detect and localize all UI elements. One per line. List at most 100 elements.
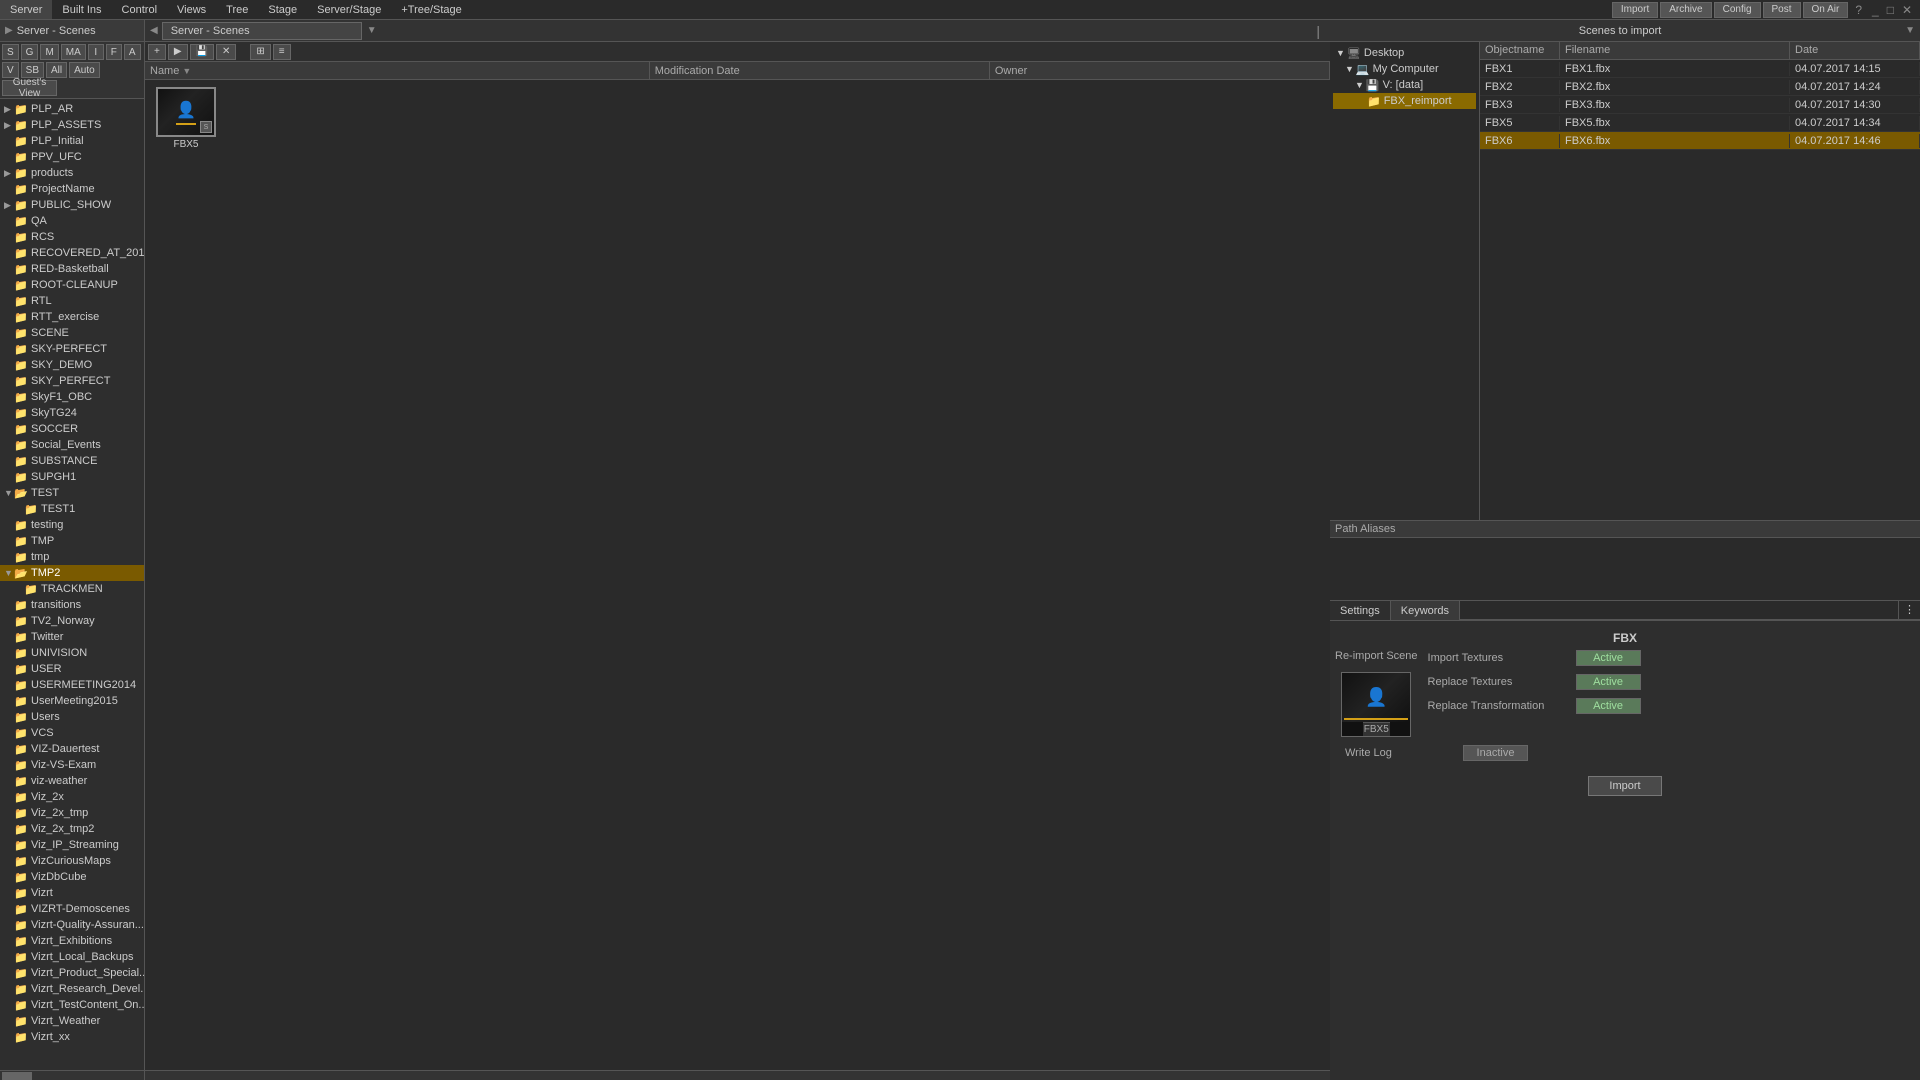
menu-tree[interactable]: Tree <box>216 0 258 19</box>
right-dropdown-icon[interactable]: ▼ <box>1905 25 1915 36</box>
tree-item-vizrt[interactable]: 📁 Vizrt <box>0 885 144 901</box>
toolbar-btn-view2[interactable]: ≡ <box>273 44 291 60</box>
tool-all[interactable]: All <box>46 62 67 78</box>
tree-item-projectname[interactable]: 📁 ProjectName <box>0 181 144 197</box>
tree-item-scene[interactable]: 📁 SCENE <box>0 325 144 341</box>
toolbar-btn-open[interactable]: ▶ <box>168 44 188 60</box>
col-header-date[interactable]: Modification Date <box>650 62 990 79</box>
tree-item-viz-2x-tmp2[interactable]: 📁 Viz_2x_tmp2 <box>0 821 144 837</box>
tree-item-public-show[interactable]: ▶ 📁 PUBLIC_SHOW <box>0 197 144 213</box>
help-icon[interactable]: ? <box>1850 3 1867 17</box>
tool-i[interactable]: I <box>88 44 104 60</box>
tree-item-red-basketball[interactable]: 📁 RED-Basketball <box>0 261 144 277</box>
tree-item-vizrt-research[interactable]: 📁 Vizrt_Research_Devel... <box>0 981 144 997</box>
center-scrollbar[interactable] <box>145 1070 1330 1080</box>
file-col-objectname[interactable]: Objectname <box>1480 42 1560 59</box>
tree-item-vizrt-weather[interactable]: 📁 Vizrt_Weather <box>0 1013 144 1029</box>
tree-item-tmp-lower[interactable]: 📁 tmp <box>0 549 144 565</box>
archive-button[interactable]: Archive <box>1660 2 1711 18</box>
tree-item-vizrt-local-backups[interactable]: 📁 Vizrt_Local_Backups <box>0 949 144 965</box>
file-row-fbx3[interactable]: FBX3 FBX3.fbx 04.07.2017 14:30 <box>1480 96 1920 114</box>
config-button[interactable]: Config <box>1714 2 1761 18</box>
tool-g[interactable]: G <box>21 44 39 60</box>
tree-item-user[interactable]: 📁 USER <box>0 661 144 677</box>
tree-item-skytg24[interactable]: 📁 SkyTG24 <box>0 405 144 421</box>
tree-item-rtl[interactable]: 📁 RTL <box>0 293 144 309</box>
tree-item-sky-perfect1[interactable]: 📁 SKY-PERFECT <box>0 341 144 357</box>
tree-item-transitions[interactable]: 📁 transitions <box>0 597 144 613</box>
tree-item-trackmen[interactable]: 📁 TRACKMEN <box>0 581 144 597</box>
col-header-name[interactable]: Name ▼ <box>145 62 650 79</box>
tree-item-viz-weather[interactable]: 📁 viz-weather <box>0 773 144 789</box>
center-menu-icon[interactable]: ▼ <box>362 23 382 38</box>
close-icon[interactable]: ✕ <box>1899 3 1915 17</box>
file-row-fbx6[interactable]: FBX6 FBX6.fbx 04.07.2017 14:46 <box>1480 132 1920 150</box>
tree-item-univision[interactable]: 📁 UNIVISION <box>0 645 144 661</box>
tree-item-twitter[interactable]: 📁 Twitter <box>0 629 144 645</box>
tree-item-vizrt-exhibitions[interactable]: 📁 Vizrt_Exhibitions <box>0 933 144 949</box>
center-title-input[interactable] <box>162 22 362 40</box>
tool-s[interactable]: S <box>2 44 19 60</box>
file-row-fbx5[interactable]: FBX5 FBX5.fbx 04.07.2017 14:34 <box>1480 114 1920 132</box>
tree-item-testing[interactable]: 📁 testing <box>0 517 144 533</box>
replace-transform-btn[interactable]: Active <box>1576 698 1641 714</box>
tree-item-substance[interactable]: 📁 SUBSTANCE <box>0 453 144 469</box>
import-action-button[interactable]: Import <box>1588 776 1661 796</box>
post-button[interactable]: Post <box>1763 2 1801 18</box>
write-log-btn[interactable]: Inactive <box>1463 745 1528 761</box>
menu-tree-stage[interactable]: +Tree/Stage <box>391 0 471 19</box>
resize-handle[interactable]: ⋮ <box>1898 601 1920 620</box>
tree-item-sky-perfect2[interactable]: 📁 SKY_PERFECT <box>0 373 144 389</box>
tool-auto[interactable]: Auto <box>69 62 100 78</box>
tree-item-vizrt-testcontent[interactable]: 📁 Vizrt_TestContent_On... <box>0 997 144 1013</box>
tool-f[interactable]: F <box>106 44 122 60</box>
file-tree-vdata[interactable]: ▼ 💾 V: [data] <box>1333 77 1476 93</box>
tree-item-plp-initial[interactable]: 📁 PLP_Initial <box>0 133 144 149</box>
tool-a[interactable]: A <box>124 44 141 60</box>
toolbar-btn-delete[interactable]: ✕ <box>216 44 236 60</box>
menu-control[interactable]: Control <box>112 0 167 19</box>
tree-item-sky-demo[interactable]: 📁 SKY_DEMO <box>0 357 144 373</box>
tree-item-vizrt-product[interactable]: 📁 Vizrt_Product_Special... <box>0 965 144 981</box>
tree-item-ppv-ufc[interactable]: 📁 PPV_UFC <box>0 149 144 165</box>
file-col-filename[interactable]: Filename <box>1560 42 1790 59</box>
tree-item-plp-assets[interactable]: ▶ 📁 PLP_ASSETS <box>0 117 144 133</box>
tree-item-tmp[interactable]: 📁 TMP <box>0 533 144 549</box>
menu-stage[interactable]: Stage <box>258 0 307 19</box>
tree-item-root-cleanup[interactable]: 📁 ROOT-CLEANUP <box>0 277 144 293</box>
sidebar-scrollbar[interactable] <box>0 1070 144 1080</box>
toolbar-btn-save[interactable]: 💾 <box>190 44 214 60</box>
tree-item-test1[interactable]: 📁 TEST1 <box>0 501 144 517</box>
menu-server-stage[interactable]: Server/Stage <box>307 0 391 19</box>
tree-item-rtt-exercise[interactable]: 📁 RTT_exercise <box>0 309 144 325</box>
tree-item-vizdbcube[interactable]: 📁 VizDbCube <box>0 869 144 885</box>
tree-item-vizrt-demoscenes[interactable]: 📁 VIZRT-Demoscenes <box>0 901 144 917</box>
file-tree-fbx-reimport[interactable]: 📁 FBX_reimport <box>1333 93 1476 109</box>
file-row-fbx1[interactable]: FBX1 FBX1.fbx 04.07.2017 14:15 <box>1480 60 1920 78</box>
col-header-owner[interactable]: Owner <box>990 62 1330 79</box>
tree-item-usermeeting2014[interactable]: 📁 USERMEETING2014 <box>0 677 144 693</box>
tree-item-viz-dauertest[interactable]: 📁 VIZ-Dauertest <box>0 741 144 757</box>
tab-settings[interactable]: Settings <box>1330 601 1391 620</box>
on-air-button[interactable]: On Air <box>1803 2 1849 18</box>
file-row-fbx2[interactable]: FBX2 FBX2.fbx 04.07.2017 14:24 <box>1480 78 1920 96</box>
tool-sb[interactable]: SB <box>21 62 44 78</box>
tree-item-test[interactable]: ▼ 📂 TEST <box>0 485 144 501</box>
tree-item-viz-vs-exam[interactable]: 📁 Viz-VS-Exam <box>0 757 144 773</box>
tree-item-users[interactable]: 📁 Users <box>0 709 144 725</box>
tree-item-products[interactable]: ▶ 📁 products <box>0 165 144 181</box>
tool-guests-view[interactable]: Guest's View <box>2 80 57 96</box>
replace-textures-btn[interactable]: Active <box>1576 674 1641 690</box>
tree-item-vizrt-xx[interactable]: 📁 Vizrt_xx <box>0 1029 144 1045</box>
maximize-icon[interactable]: □ <box>1884 3 1897 17</box>
import-textures-btn[interactable]: Active <box>1576 650 1641 666</box>
tree-item-viz-2x-tmp[interactable]: 📁 Viz_2x_tmp <box>0 805 144 821</box>
sidebar-expand-icon[interactable]: ▶ <box>5 25 13 36</box>
minimize-icon[interactable]: _ <box>1869 3 1882 17</box>
tree-item-viz-ip-streaming[interactable]: 📁 Viz_IP_Streaming <box>0 837 144 853</box>
tree-item-vizrt-quality[interactable]: 📁 Vizrt-Quality-Assuran... <box>0 917 144 933</box>
tree-item-recovered[interactable]: 📁 RECOVERED_AT_2012 <box>0 245 144 261</box>
center-collapse-icon[interactable]: ◀ <box>150 25 158 36</box>
menu-builtins[interactable]: Built Ins <box>52 0 111 19</box>
toolbar-btn-new[interactable]: + <box>148 44 166 60</box>
